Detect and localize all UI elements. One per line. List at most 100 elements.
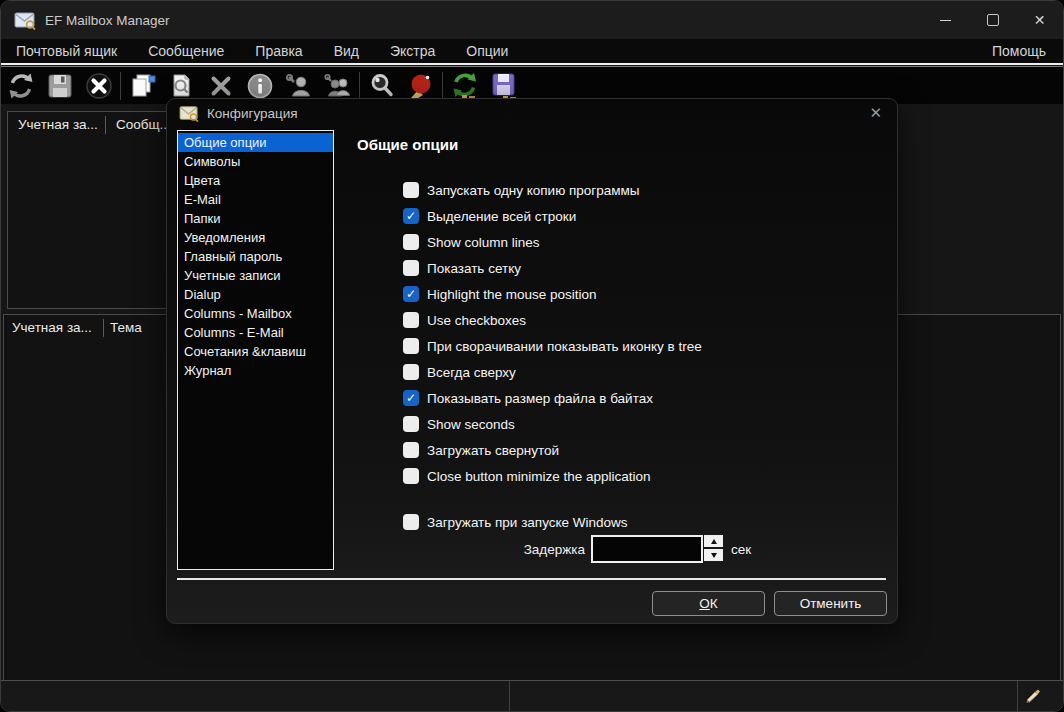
- close-button[interactable]: ✕: [1016, 1, 1063, 39]
- checkbox-unchecked-icon[interactable]: [403, 514, 419, 530]
- delay-input[interactable]: [591, 535, 703, 563]
- app-title: EF Mailbox Manager: [45, 13, 170, 28]
- checkbox-checked-icon[interactable]: ✓: [403, 208, 419, 224]
- arrow-down-icon: [711, 553, 717, 558]
- menu-item-1[interactable]: Сообщение: [148, 43, 224, 59]
- config-category-item[interactable]: Columns - Mailbox: [178, 304, 333, 323]
- dialog-close-icon[interactable]: ✕: [869, 104, 882, 122]
- config-category-item[interactable]: Columns - E-Mail: [178, 323, 333, 342]
- export-icon: [489, 71, 519, 101]
- app-window: EF Mailbox Manager ✕ Почтовый ящик Сообще…: [0, 0, 1064, 712]
- config-category-item[interactable]: Символы: [178, 152, 333, 171]
- option-label: Запускать одну копию программы: [427, 183, 640, 198]
- minimize-button[interactable]: [922, 1, 969, 39]
- config-category-list: Общие опцииСимволыЦветаE-MailПапкиУведом…: [177, 130, 334, 570]
- spinner-up-button[interactable]: [704, 535, 723, 547]
- option-row[interactable]: ✓ Highlight the mouse position: [403, 283, 597, 305]
- option-row[interactable]: ✓Показывать размер файла в байтах: [403, 387, 653, 409]
- title-bar: EF Mailbox Manager ✕: [1, 1, 1063, 39]
- checkbox-unchecked-icon[interactable]: [403, 442, 419, 458]
- option-row[interactable]: Use checkboxes: [403, 309, 526, 331]
- delay-spinner: [704, 535, 723, 561]
- delay-unit-label: сек: [731, 542, 751, 557]
- menu-item-5[interactable]: Опции: [466, 43, 508, 59]
- ok-button[interactable]: ОК: [652, 591, 765, 616]
- column-divider[interactable]: [105, 116, 106, 134]
- new-message-button[interactable]: [123, 69, 162, 103]
- statusbar-divider: [1017, 681, 1018, 711]
- checkbox-unchecked-icon[interactable]: [403, 234, 419, 250]
- maximize-button[interactable]: [969, 1, 1016, 39]
- option-row[interactable]: Загружать свернутой: [403, 439, 559, 461]
- config-category-item[interactable]: Учетные записи: [178, 266, 333, 285]
- preview-icon: [167, 71, 197, 101]
- checkbox-unchecked-icon[interactable]: [403, 312, 419, 328]
- save-button[interactable]: [40, 69, 79, 103]
- option-row[interactable]: Show seconds: [403, 413, 515, 435]
- delete-icon: [206, 71, 236, 101]
- checkbox-unchecked-icon[interactable]: [403, 416, 419, 432]
- checkbox-unchecked-icon[interactable]: [403, 364, 419, 380]
- new-message-icon: [128, 71, 158, 101]
- option-row[interactable]: Показать сетку: [403, 257, 521, 279]
- cancel-button[interactable]: [79, 69, 118, 103]
- option-row[interactable]: Запускать одну копию программы: [403, 179, 640, 201]
- import-icon: [450, 71, 480, 101]
- config-category-item[interactable]: Главный пароль: [178, 247, 333, 266]
- checkbox-checked-icon[interactable]: ✓: [403, 390, 419, 406]
- menu-item-3[interactable]: Вид: [334, 43, 359, 59]
- refresh-button[interactable]: [1, 69, 40, 103]
- arrow-up-icon: [711, 539, 717, 544]
- config-category-item[interactable]: Журнал: [178, 361, 333, 380]
- menu-item-4[interactable]: Экстра: [390, 43, 435, 59]
- dialog-title-bar: Конфигурация ✕: [167, 99, 897, 127]
- option-label: Close button minimize the application: [427, 469, 651, 484]
- menu-item-help[interactable]: Помощь: [992, 43, 1046, 59]
- option-row[interactable]: Show column lines: [403, 231, 540, 253]
- refresh-icon: [6, 71, 36, 101]
- option-label: Показать сетку: [427, 261, 521, 276]
- menu-item-2[interactable]: Правка: [255, 43, 302, 59]
- option-row[interactable]: При сворачивании показывать иконку в tre…: [403, 335, 702, 357]
- cancel-icon: [84, 71, 114, 101]
- menu-items: Почтовый ящик Сообщение Правка Вид Экстра Опц…: [1, 43, 508, 59]
- delay-label: Задержка: [507, 542, 585, 557]
- column-divider[interactable]: [103, 319, 104, 337]
- option-row[interactable]: Загружать при запуске Windows: [403, 511, 628, 533]
- spinner-down-button[interactable]: [704, 549, 723, 561]
- option-label: Загружать при запуске Windows: [427, 515, 628, 530]
- config-category-item[interactable]: Цвета: [178, 171, 333, 190]
- column-header-messages[interactable]: Сообщ...: [116, 117, 171, 132]
- checkbox-unchecked-icon[interactable]: [403, 468, 419, 484]
- screen: EF Mailbox Manager ✕ Почтовый ящик Сообще…: [0, 0, 1064, 712]
- checkbox-unchecked-icon[interactable]: [403, 260, 419, 276]
- option-row[interactable]: Всегда сверху: [403, 361, 516, 383]
- dialog-title: Конфигурация: [207, 106, 298, 121]
- dialog-envelope-icon: [179, 104, 199, 122]
- config-section-heading: Общие опции: [357, 136, 458, 153]
- option-label: Highlight the mouse position: [427, 287, 597, 302]
- config-category-item[interactable]: Уведомления: [178, 228, 333, 247]
- menu-item-0[interactable]: Почтовый ящик: [16, 43, 117, 59]
- status-bar: [1, 680, 1063, 711]
- config-category-item[interactable]: Папки: [178, 209, 333, 228]
- maximize-icon: [987, 14, 999, 26]
- option-row[interactable]: Close button minimize the application: [403, 465, 651, 487]
- app-envelope-icon: [14, 10, 36, 30]
- config-category-item[interactable]: E-Mail: [178, 190, 333, 209]
- option-row[interactable]: ✓Выделение всей строки: [403, 205, 576, 227]
- checkbox-checked-icon[interactable]: ✓: [403, 286, 419, 302]
- configuration-dialog: Конфигурация ✕ Общие опцииСимволыЦветаE-…: [166, 98, 898, 624]
- checkbox-unchecked-icon[interactable]: [403, 182, 419, 198]
- column-header-account[interactable]: Учетная за...: [18, 117, 98, 132]
- menu-separator-line: [1, 63, 1063, 65]
- option-label: Use checkboxes: [427, 313, 526, 328]
- config-category-item[interactable]: Общие опции: [178, 133, 333, 152]
- statusbar-divider: [509, 681, 510, 711]
- config-category-item[interactable]: Сочетания &клавиш: [178, 342, 333, 361]
- checkbox-unchecked-icon[interactable]: [403, 338, 419, 354]
- config-category-item[interactable]: Dialup: [178, 285, 333, 304]
- column-header-subject[interactable]: Тема: [110, 320, 142, 335]
- column-header-account[interactable]: Учетная за...: [12, 320, 92, 335]
- cancel-dialog-button[interactable]: Отменить: [774, 591, 887, 616]
